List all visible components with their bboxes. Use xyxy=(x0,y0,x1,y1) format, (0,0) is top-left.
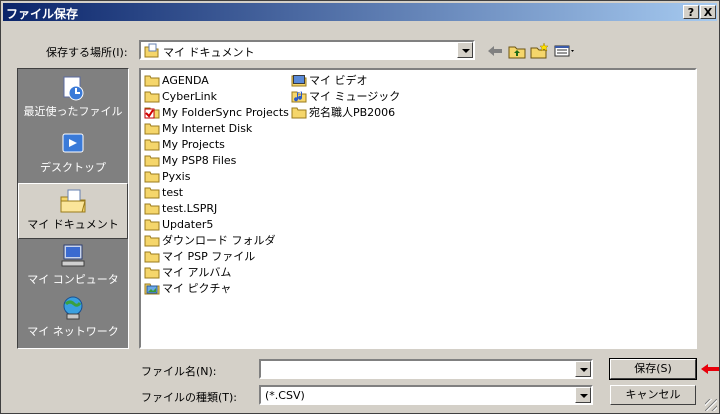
list-item[interactable]: My Internet Disk xyxy=(144,120,289,136)
close-button[interactable]: X xyxy=(700,5,716,19)
filetype-combo[interactable]: (*.CSV) xyxy=(259,385,593,405)
annotation-arrow-icon xyxy=(701,364,719,374)
list-item[interactable]: Pyxis xyxy=(144,168,289,184)
list-item[interactable]: マイ アルバム xyxy=(144,264,289,280)
filetype-label: ファイルの種類(T): xyxy=(141,391,238,404)
folder-music-icon xyxy=(291,91,307,103)
file-save-dialog: ファイル保存 ? X 保存する場所(I): マイ ドキュメント 最近使ったファイ… xyxy=(0,0,720,414)
list-item[interactable]: マイ ミュージック xyxy=(291,88,400,104)
list-item[interactable]: test xyxy=(144,184,289,200)
folder-icon xyxy=(144,219,160,231)
list-item[interactable]: AGENDA xyxy=(144,72,289,88)
list-item[interactable]: CyberLink xyxy=(144,88,289,104)
folder-icon xyxy=(291,107,307,119)
resize-grip[interactable] xyxy=(705,399,717,411)
list-item[interactable]: My Projects xyxy=(144,136,289,152)
list-item[interactable]: 宛名職人PB2006 xyxy=(291,104,400,120)
recent-documents-icon xyxy=(63,76,84,101)
list-item[interactable]: マイ PSP ファイル xyxy=(144,248,289,264)
folder-video-icon xyxy=(291,75,307,87)
filename-dropdown-button[interactable] xyxy=(575,361,591,377)
save-in-dropdown-button[interactable] xyxy=(457,42,473,58)
up-folder-icon[interactable] xyxy=(507,42,527,60)
folder-icon xyxy=(144,187,160,199)
desktop-icon xyxy=(62,133,84,153)
folder-icon xyxy=(144,91,160,103)
folder-icon xyxy=(144,267,160,279)
my-documents-small-icon xyxy=(144,43,159,58)
folder-icon xyxy=(144,171,160,183)
save-button[interactable]: 保存(S) xyxy=(609,358,697,380)
file-list[interactable]: AGENDA CyberLink My FolderSync Projects … xyxy=(139,68,697,349)
place-desktop[interactable]: デスクトップ xyxy=(18,127,128,183)
folder-icon xyxy=(144,235,160,247)
list-item[interactable]: My PSP8 Files xyxy=(144,152,289,168)
list-item[interactable]: ダウンロード フォルダ xyxy=(144,232,289,248)
help-button[interactable]: ? xyxy=(683,5,699,19)
filetype-dropdown-button[interactable] xyxy=(575,387,591,403)
list-item[interactable]: Updater5 xyxy=(144,216,289,232)
place-network[interactable]: マイ ネットワーク xyxy=(18,291,128,347)
folder-pictures-icon xyxy=(144,283,160,295)
file-column-1: AGENDA CyberLink My FolderSync Projects … xyxy=(144,72,289,296)
save-in-combo[interactable]: マイ ドキュメント xyxy=(139,40,475,60)
folder-icon xyxy=(144,155,160,167)
place-my-documents[interactable]: マイ ドキュメント xyxy=(18,183,128,239)
folder-icon xyxy=(144,251,160,263)
list-item[interactable]: test.LSPRJ xyxy=(144,200,289,216)
new-folder-icon[interactable] xyxy=(529,42,549,60)
folder-icon xyxy=(144,203,160,215)
place-my-computer[interactable]: マイ コンピュータ xyxy=(18,239,128,295)
my-documents-icon xyxy=(60,189,86,213)
list-item[interactable]: マイ ビデオ xyxy=(291,72,400,88)
list-item[interactable]: My FolderSync Projects xyxy=(144,104,289,120)
filename-label: ファイル名(N): xyxy=(141,365,217,378)
title-bar[interactable]: ファイル保存 ? X xyxy=(3,3,717,21)
save-in-value: マイ ドキュメント xyxy=(163,46,255,59)
list-item[interactable]: マイ ピクチャ xyxy=(144,280,289,296)
my-computer-icon xyxy=(61,244,85,267)
network-icon xyxy=(63,296,83,320)
place-recent[interactable]: 最近使ったファイル xyxy=(18,71,128,127)
folder-icon xyxy=(144,75,160,87)
back-icon[interactable] xyxy=(485,42,505,60)
cancel-button[interactable]: キャンセル xyxy=(610,385,696,405)
filetype-value: (*.CSV) xyxy=(265,389,305,402)
window-title: ファイル保存 xyxy=(6,7,79,21)
folder-icon xyxy=(144,123,160,135)
view-menu-icon[interactable] xyxy=(553,42,579,60)
folder-check-icon xyxy=(144,107,160,119)
folder-icon xyxy=(144,139,160,151)
save-in-label: 保存する場所(I): xyxy=(46,46,128,59)
filename-combo[interactable] xyxy=(259,359,593,379)
file-column-2: マイ ビデオ マイ ミュージック 宛名職人PB2006 xyxy=(291,72,400,120)
places-bar: 最近使ったファイル デスクトップ マイ ドキュメント マイ コンピュータ マイ … xyxy=(17,68,129,349)
